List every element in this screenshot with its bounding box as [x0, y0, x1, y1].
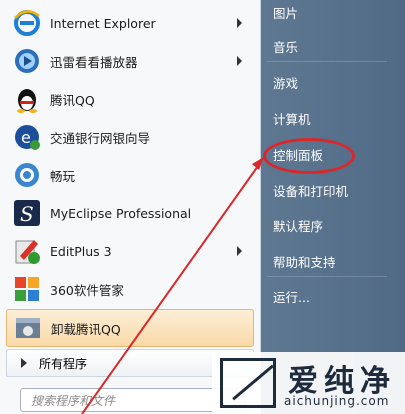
watermark: 爱纯净 aichunjing.com [212, 352, 405, 414]
watermark-url: aichunjing.com [284, 394, 390, 408]
watermark-logo-icon [220, 358, 276, 408]
